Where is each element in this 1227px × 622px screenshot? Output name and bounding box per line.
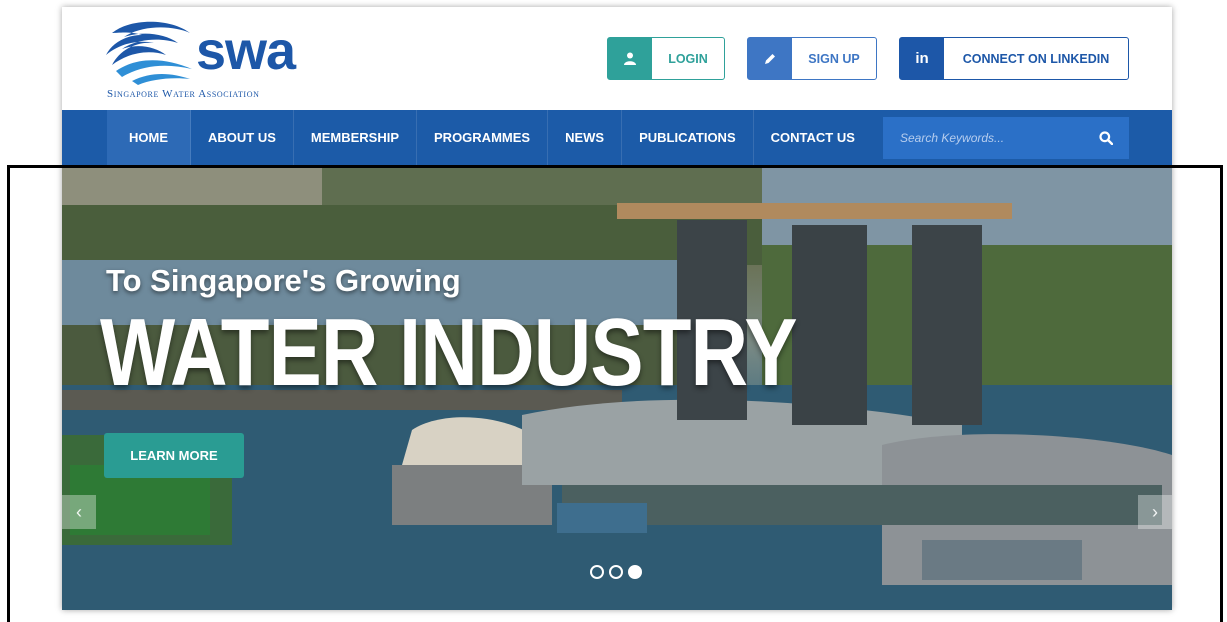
website: swa Singapore Water Association LOGIN SI…: [62, 7, 1172, 610]
signup-button[interactable]: SIGN UP: [747, 37, 877, 80]
login-label: LOGIN: [668, 51, 708, 66]
slider-dots: [590, 565, 642, 579]
slider-dot-3[interactable]: [628, 565, 642, 579]
water-swirl-icon: [106, 21, 192, 85]
search-box: [883, 117, 1129, 159]
linkedin-label: CONNECT ON LINKEDIN: [962, 51, 1110, 66]
pencil-icon: [748, 38, 792, 79]
logo-wordmark: swa: [196, 21, 296, 81]
site-header: swa Singapore Water Association LOGIN SI…: [62, 7, 1172, 110]
logo-tagline: Singapore Water Association: [107, 88, 260, 100]
linkedin-icon: in: [900, 38, 944, 79]
hero-subtitle: To Singapore's Growing: [106, 263, 461, 298]
nav-item-programmes[interactable]: PROGRAMMES: [417, 110, 549, 165]
nav-item-about-us[interactable]: ABOUT US: [191, 110, 294, 165]
hero-slider: To Singapore's Growing WATER INDUSTRY LE…: [62, 165, 1172, 610]
slider-next-arrow[interactable]: ›: [1138, 495, 1172, 529]
nav-item-publications[interactable]: PUBLICATIONS: [622, 110, 754, 165]
swa-logo[interactable]: swa Singapore Water Association: [102, 19, 312, 101]
slider-dot-1[interactable]: [590, 565, 604, 579]
nav-item-news[interactable]: NEWS: [548, 110, 623, 165]
hero-title: WATER INDUSTRY: [100, 299, 797, 406]
nav-item-membership[interactable]: MEMBERSHIP: [294, 110, 418, 165]
connect-linkedin-button[interactable]: in CONNECT ON LINKEDIN: [899, 37, 1129, 80]
nav-item-contact-us[interactable]: CONTACT US: [754, 110, 872, 165]
nav-menu: HOME ABOUT US MEMBERSHIP PROGRAMMES NEWS…: [107, 110, 872, 165]
search-input[interactable]: [883, 117, 1083, 159]
login-button[interactable]: LOGIN: [607, 37, 725, 80]
nav-item-home[interactable]: HOME: [107, 110, 191, 165]
main-navigation: HOME ABOUT US MEMBERSHIP PROGRAMMES NEWS…: [62, 110, 1172, 165]
learn-more-button[interactable]: LEARN MORE: [104, 433, 244, 478]
user-icon: [608, 38, 652, 79]
slider-dot-2[interactable]: [609, 565, 623, 579]
slider-prev-arrow[interactable]: ‹: [62, 495, 96, 529]
search-icon[interactable]: [1083, 117, 1129, 159]
signup-label: SIGN UP: [808, 51, 860, 66]
